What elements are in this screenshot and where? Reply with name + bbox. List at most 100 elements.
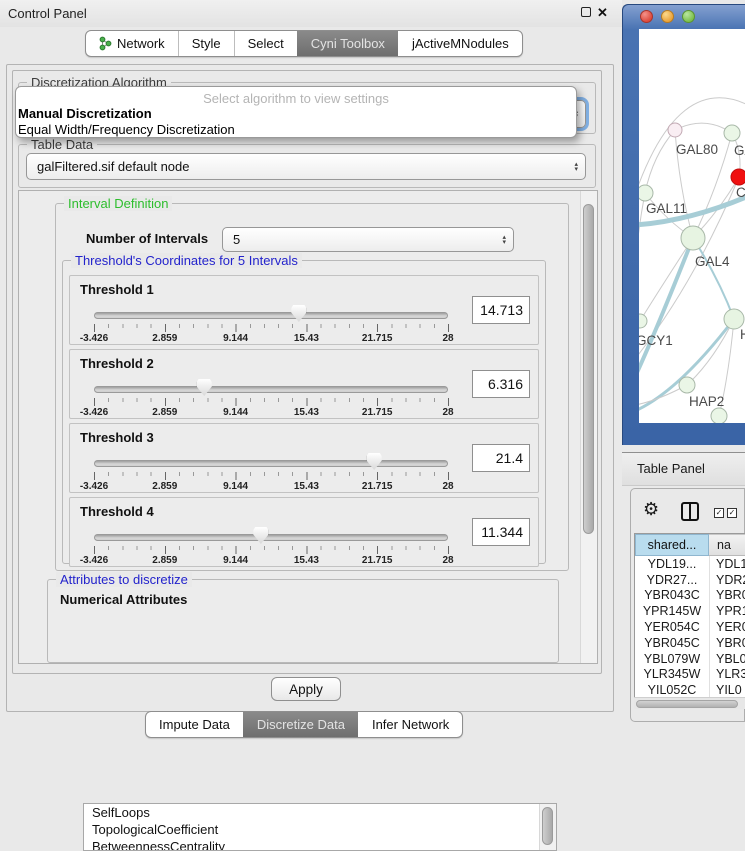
cell-name[interactable]: YPR1 bbox=[710, 603, 745, 619]
attribute-item[interactable]: TopologicalCoefficient bbox=[84, 821, 556, 838]
table-horizontal-scrollbar[interactable] bbox=[634, 697, 745, 709]
table-row[interactable]: YBR045CYBR0 bbox=[635, 635, 745, 651]
network-node[interactable] bbox=[731, 169, 745, 185]
table-row[interactable]: YIL052CYIL0 bbox=[635, 682, 745, 698]
tab-jactivemnodules[interactable]: jActiveMNodules bbox=[398, 31, 522, 56]
cell-name[interactable]: YBR0 bbox=[710, 588, 745, 604]
threshold-3-slider[interactable] bbox=[94, 456, 448, 470]
network-node[interactable] bbox=[724, 125, 740, 141]
settings-scrollbar[interactable] bbox=[580, 191, 597, 663]
threshold-1-slider[interactable] bbox=[94, 308, 448, 322]
table-horizontal-scrollbar-thumb[interactable] bbox=[636, 700, 738, 708]
split-columns-icon[interactable] bbox=[681, 502, 699, 521]
network-node[interactable] bbox=[668, 123, 682, 137]
cell-shared-name[interactable]: YLR345W bbox=[635, 667, 710, 683]
slider-track[interactable] bbox=[94, 460, 448, 467]
numerical-attributes-list[interactable]: SelfLoopsTopologicalCoefficientBetweenne… bbox=[83, 803, 557, 851]
table-row[interactable]: YDL19...YDL1 bbox=[635, 556, 745, 572]
column-header-name[interactable]: na bbox=[709, 534, 745, 556]
attribute-item[interactable]: BetweennessCentrality bbox=[84, 838, 556, 851]
dropdown-item-manual-discretization[interactable]: Manual Discretization bbox=[16, 106, 576, 122]
bottom-tab-impute-data[interactable]: Impute Data bbox=[146, 712, 243, 737]
cell-name[interactable]: YER0 bbox=[710, 619, 745, 635]
settings-scrollbar-thumb[interactable] bbox=[583, 204, 594, 534]
table-data-combobox[interactable]: galFiltered.sif default node ▴▾ bbox=[26, 153, 586, 180]
slider-tick-labels: -3.4262.8599.14415.4321.71528 bbox=[94, 481, 448, 493]
network-node[interactable] bbox=[681, 226, 705, 250]
network-node[interactable] bbox=[679, 377, 695, 393]
combo-arrows-icon[interactable]: ▴▾ bbox=[574, 162, 578, 172]
bottom-tab-discretize-data[interactable]: Discretize Data bbox=[243, 712, 358, 737]
table-row[interactable]: YLR345WYLR3 bbox=[635, 667, 745, 683]
cell-shared-name[interactable]: YBR045C bbox=[635, 635, 710, 651]
close-traffic-light-icon[interactable] bbox=[640, 10, 653, 23]
number-of-intervals-combobox[interactable]: 5 ▴▾ bbox=[222, 227, 514, 252]
slider-thumb[interactable] bbox=[291, 305, 306, 322]
checkbox-checked-icon[interactable]: ✓ bbox=[727, 508, 737, 518]
network-window-titlebar[interactable] bbox=[623, 5, 745, 29]
network-edge bbox=[675, 123, 732, 133]
cell-shared-name[interactable]: YDR27... bbox=[635, 572, 710, 588]
slider-track[interactable] bbox=[94, 534, 448, 541]
table-row[interactable]: YDR27...YDR2 bbox=[635, 572, 745, 588]
attributes-scrollbar-thumb[interactable] bbox=[542, 807, 553, 845]
network-node[interactable] bbox=[711, 408, 727, 423]
zoom-traffic-light-icon[interactable] bbox=[682, 10, 695, 23]
threshold-3-value-field[interactable] bbox=[472, 444, 530, 472]
tab-cyni-toolbox[interactable]: Cyni Toolbox bbox=[297, 31, 398, 56]
slider-thumb[interactable] bbox=[367, 453, 382, 470]
network-edge bbox=[639, 193, 645, 274]
close-icon[interactable]: ✕ bbox=[597, 7, 608, 18]
attributes-scrollbar[interactable] bbox=[539, 804, 556, 850]
cell-shared-name[interactable]: YBL079W bbox=[635, 651, 710, 667]
slider-track[interactable] bbox=[94, 386, 448, 393]
table-row[interactable]: YPR145WYPR1 bbox=[635, 603, 745, 619]
table-row[interactable]: YER054CYER0 bbox=[635, 619, 745, 635]
attribute-item[interactable]: SelfLoops bbox=[84, 804, 556, 821]
float-window-icon[interactable] bbox=[581, 7, 591, 17]
gear-icon[interactable]: ⚙ bbox=[643, 500, 659, 518]
node-attribute-table[interactable]: shared... na YDL19...YDL1YDR27...YDR2YBR… bbox=[634, 533, 745, 709]
network-canvas[interactable]: GAL80GACGAL11GAL4GCY1HHAP2 bbox=[639, 29, 745, 423]
cell-name[interactable]: YIL0 bbox=[710, 682, 745, 698]
threshold-1-value-field[interactable] bbox=[472, 296, 530, 324]
cell-name[interactable]: YBR0 bbox=[710, 635, 745, 651]
threshold-4-value-field[interactable] bbox=[472, 518, 530, 546]
threshold-2-slider[interactable] bbox=[94, 382, 448, 396]
network-icon bbox=[99, 36, 112, 51]
cell-name[interactable]: YBL0 bbox=[710, 651, 745, 667]
tab-style[interactable]: Style bbox=[178, 31, 234, 56]
minimize-traffic-light-icon[interactable] bbox=[661, 10, 674, 23]
slider-track[interactable] bbox=[94, 312, 448, 319]
network-node-label: C bbox=[736, 185, 745, 200]
network-node[interactable] bbox=[724, 309, 744, 329]
column-header-shared-name[interactable]: shared... bbox=[635, 534, 709, 556]
cell-shared-name[interactable]: YIL052C bbox=[635, 682, 710, 698]
tick-label: -3.426 bbox=[80, 333, 108, 344]
slider-thumb[interactable] bbox=[253, 527, 268, 544]
threshold-4-slider[interactable] bbox=[94, 530, 448, 544]
slider-ticks bbox=[94, 472, 449, 480]
combo-arrows-icon[interactable]: ▴▾ bbox=[502, 235, 506, 245]
tick-label: -3.426 bbox=[80, 555, 108, 566]
checkbox-checked-icon[interactable]: ✓ bbox=[714, 508, 724, 518]
cell-name[interactable]: YDL1 bbox=[710, 556, 745, 572]
threshold-2-value-field[interactable] bbox=[472, 370, 530, 398]
cell-shared-name[interactable]: YPR145W bbox=[635, 603, 710, 619]
network-node[interactable] bbox=[639, 314, 647, 328]
cell-name[interactable]: YDR2 bbox=[710, 572, 745, 588]
cell-shared-name[interactable]: YBR043C bbox=[635, 588, 710, 604]
tab-network[interactable]: Network bbox=[86, 31, 178, 56]
apply-button[interactable]: Apply bbox=[271, 677, 341, 701]
cell-shared-name[interactable]: YER054C bbox=[635, 619, 710, 635]
bottom-tab-infer-network[interactable]: Infer Network bbox=[358, 712, 462, 737]
dropdown-item-equal-width-frequency-discretization[interactable]: Equal Width/Frequency Discretization bbox=[16, 122, 576, 138]
cell-name[interactable]: YLR3 bbox=[710, 667, 745, 683]
tab-select[interactable]: Select bbox=[234, 31, 297, 56]
slider-thumb[interactable] bbox=[197, 379, 212, 396]
tick-label: 28 bbox=[442, 333, 453, 344]
cell-shared-name[interactable]: YDL19... bbox=[635, 556, 710, 572]
table-row[interactable]: YBR043CYBR0 bbox=[635, 588, 745, 604]
table-row[interactable]: YBL079WYBL0 bbox=[635, 651, 745, 667]
network-node[interactable] bbox=[639, 185, 653, 201]
